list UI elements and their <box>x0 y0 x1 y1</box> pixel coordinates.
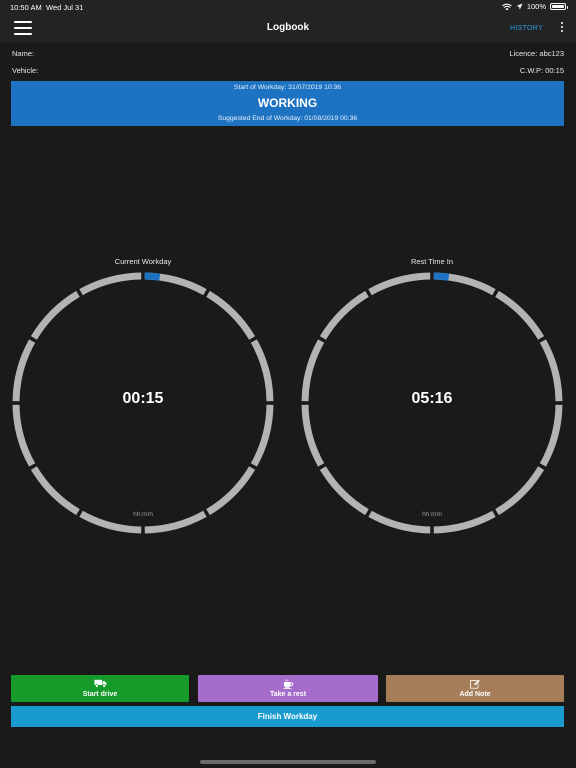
more-vertical-icon[interactable] <box>560 22 564 35</box>
gauge-segment <box>206 290 256 340</box>
status-right: 100% <box>502 2 568 11</box>
gauge-segment <box>30 290 80 340</box>
gauge-segment <box>79 272 142 296</box>
gauge-unit: hh:mm <box>422 511 442 518</box>
suggested-end-of-workday: Suggested End of Workday: 01/08/2019 00:… <box>217 115 358 122</box>
licence-text: Licence: abc123 <box>509 49 564 58</box>
coffee-cup-icon <box>283 679 293 689</box>
gauge-segment <box>495 290 545 340</box>
vehicle-label: Vehicle: <box>12 66 39 75</box>
take-a-rest-label: Take a rest <box>269 691 307 698</box>
gauge-segment <box>368 272 431 296</box>
gauge-progress <box>144 272 161 281</box>
current-workday-gauge: Current Workday 00:15 hh:mm <box>8 257 278 538</box>
rest-time-gauge: Rest Time In 05:16 hh:mm <box>297 257 567 538</box>
cwp-text: C.W.P: 00:15 <box>519 66 564 75</box>
gauge-segment <box>319 466 369 516</box>
status-bar: 10:50 AM Wed Jul 31 100% <box>0 0 576 14</box>
working-status: WORKING <box>257 96 318 110</box>
battery-icon <box>550 3 568 10</box>
status-time: 10:50 AM <box>10 3 42 12</box>
gauge-label: Current Workday <box>114 257 172 266</box>
add-note-label: Add Note <box>459 691 491 698</box>
home-indicator <box>200 760 376 764</box>
gauge-segment <box>301 404 325 467</box>
history-button[interactable]: HISTORY <box>510 25 543 32</box>
start-of-workday: Start of Workday: 31/07/2019 10:36 <box>233 84 342 91</box>
wifi-icon <box>502 3 512 10</box>
gauge-segment <box>495 466 545 516</box>
location-arrow-icon <box>516 3 523 10</box>
workday-status-banner: Start of Workday: 31/07/2019 10:36 WORKI… <box>11 81 564 126</box>
start-drive-button[interactable]: Start drive <box>11 675 189 702</box>
gauge-segment <box>12 404 36 467</box>
gauge-progress <box>433 272 450 281</box>
name-label: Name: <box>12 49 35 58</box>
gauge-segment <box>206 466 256 516</box>
edit-note-icon <box>469 679 480 689</box>
status-date: Wed Jul 31 <box>46 3 84 12</box>
finish-workday-button[interactable]: Finish Workday <box>11 706 564 727</box>
truck-icon <box>94 679 106 688</box>
gauge-segment <box>319 290 369 340</box>
take-a-rest-button[interactable]: Take a rest <box>198 675 378 702</box>
gauge-unit: hh:mm <box>133 511 153 518</box>
gauge-segment <box>539 404 563 467</box>
gauge-label: Rest Time In <box>410 257 454 266</box>
battery-percent: 100% <box>526 2 546 11</box>
gauge-value: 05:16 <box>411 390 453 407</box>
nav-bar: Logbook HISTORY <box>0 14 576 43</box>
gauge-value: 00:15 <box>122 390 164 407</box>
start-drive-label: Start drive <box>82 691 118 698</box>
gauge-segment <box>250 404 274 467</box>
add-note-button[interactable]: Add Note <box>386 675 564 702</box>
page-title: Logbook <box>266 22 310 33</box>
gauge-segment <box>30 466 80 516</box>
